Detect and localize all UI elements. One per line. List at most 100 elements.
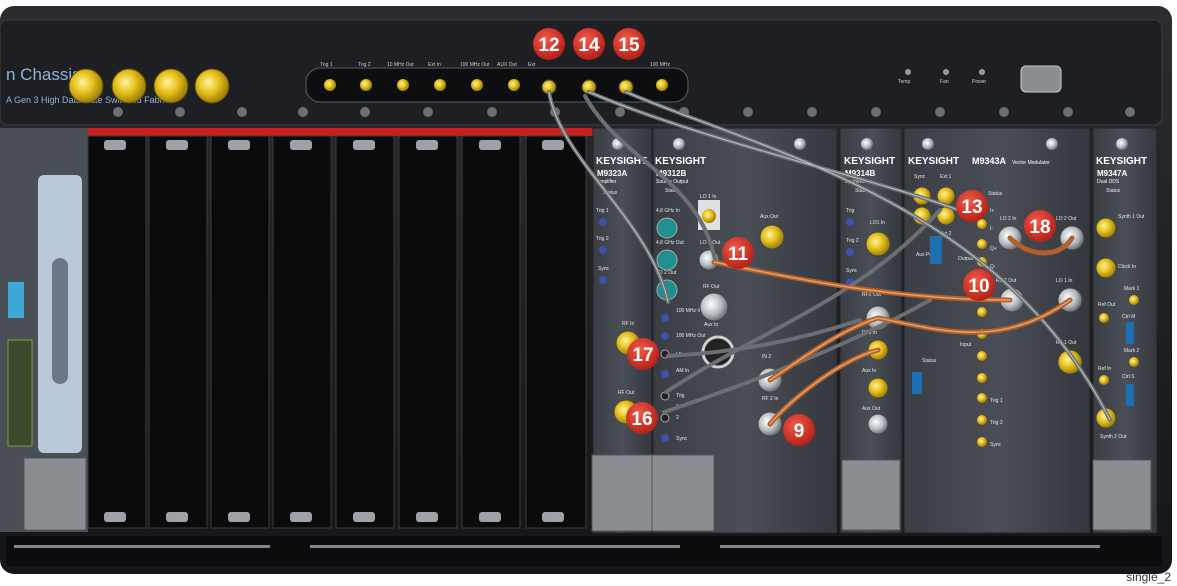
source-label: Sync [676, 436, 688, 442]
callout-number: 13 [961, 197, 982, 218]
left-blue-port [8, 282, 24, 318]
vecmod-label: I- [990, 226, 993, 232]
callout-16: 16 [626, 402, 658, 434]
dds-label: Mark 2 [1124, 348, 1140, 354]
dds-label: Ref In [1098, 366, 1112, 372]
callout-number: 14 [578, 35, 600, 56]
dds-label: Ctrl S [1122, 374, 1135, 380]
upconv-label: IN 2 [762, 354, 771, 360]
vecmod-label: Q+ [990, 246, 997, 252]
amp-label: Trig 2 [596, 236, 609, 242]
source-label: 4.8 GHz In [656, 208, 680, 214]
amp-label: RF Out [618, 390, 635, 396]
vecmod-brand: KEYSIGHT [908, 156, 959, 167]
chassis-photo: n Chassis A Gen 3 High Data Rate Switche… [0, 6, 1172, 574]
vecmod-label: LO 2 In [1000, 216, 1017, 222]
source-label: Aux In [704, 322, 718, 328]
amp-label: Trig 1 [596, 208, 609, 214]
front-port-label: 100 MHz Out [460, 62, 490, 68]
dds-label: Mark 1 [1124, 286, 1140, 292]
callout-number: 9 [794, 421, 805, 442]
vecmod-label: LO 1 In [1056, 278, 1073, 284]
indicator-power-label: Power [972, 79, 987, 85]
upconv-label: Aux Out [862, 406, 881, 412]
vecmod-label: Status [988, 191, 1003, 197]
bottom-vent [6, 536, 1162, 566]
upconv-label: Trig [846, 208, 855, 214]
dds-label: Ctrl M [1122, 314, 1135, 320]
upconv-brand: KEYSIGHT [844, 156, 895, 167]
vecmod-label: Ext 1 [940, 174, 952, 180]
callout-13: 13 [956, 190, 988, 222]
vecmod-label: LO 2 Out [1056, 216, 1077, 222]
source-label: AM In [676, 368, 689, 374]
callout-number: 11 [728, 244, 749, 265]
vecmod-label: Trig 2 [990, 420, 1003, 426]
callout-number: 17 [632, 345, 653, 366]
red-top-strip [88, 128, 593, 136]
vecmod-label: Status [922, 358, 937, 364]
vecmod-label: Sync [990, 442, 1002, 448]
indicator-fan-label: Fan [940, 79, 949, 85]
amp-label: RF In [622, 321, 634, 327]
source-label: 100 MHz In [676, 308, 702, 314]
front-port-label: Ext [528, 62, 536, 68]
callout-15: 15 [613, 28, 645, 60]
source-label: 100 MHz Out [676, 333, 706, 339]
front-port-label: Trig 2 [358, 62, 371, 68]
front-port-label: AUX Out [497, 62, 517, 68]
source-label: LO 1 In [700, 194, 717, 200]
callout-number: 18 [1029, 217, 1050, 238]
upconv-label: RF 2 In [762, 396, 779, 402]
dds-type: Dual DDS [1097, 179, 1120, 185]
blank-slot-fillers [87, 135, 587, 529]
left-green-board [7, 339, 33, 447]
left-handle-slot [52, 258, 68, 384]
upconv-label: LO1 In [870, 220, 885, 226]
source-label: Trig [676, 393, 685, 399]
upconv-label: Aux In [862, 368, 876, 374]
front-port-label: Trig 1 [320, 62, 333, 68]
upconv-label: Trig 2 [846, 238, 859, 244]
amp-label: Sync [598, 266, 610, 272]
dds-label: Synth 2 Out [1100, 434, 1127, 440]
callout-number: 10 [968, 276, 989, 297]
dds-brand: KEYSIGHT [1096, 156, 1147, 167]
bottom-vent-dots [14, 545, 1100, 548]
vecmod-label: Sync [914, 174, 926, 180]
vecmod-model: M9343A [972, 156, 1007, 166]
power-button [1020, 65, 1062, 93]
vecmod-label: Trig 1 [990, 398, 1003, 404]
front-port-label: Ext In [428, 62, 441, 68]
source-label: RF Out [703, 284, 720, 290]
source-label: 2 [676, 415, 679, 421]
callout-14: 14 [573, 28, 605, 60]
source-brand: KEYSIGHT [655, 156, 706, 167]
source-label: Aux Out [760, 214, 779, 220]
dds-model: M9347A [1097, 169, 1127, 178]
upconv-label: Sync [846, 268, 858, 274]
vecmod-type: Vector Modulator [1012, 160, 1050, 166]
front-port-label: 10 MHz Out [387, 62, 414, 68]
dds-label: Synth 1 Out [1118, 214, 1145, 220]
dds-label: Ref Out [1098, 302, 1116, 308]
callout-17: 17 [627, 338, 659, 370]
image-caption: single_2 [1126, 570, 1171, 584]
callout-12: 12 [533, 28, 565, 60]
callout-number: 16 [631, 409, 652, 430]
front-port-label: 100 MHz [650, 62, 671, 68]
dds-label: Clock In [1118, 264, 1136, 270]
dds-label: Status [1106, 188, 1121, 194]
indicator-temp-label: Temp [898, 79, 910, 85]
vecmod-label: I+ [990, 208, 994, 214]
callout-18: 18 [1024, 210, 1056, 242]
source-label: 4.8 GHz Out [656, 240, 684, 246]
callout-10: 10 [963, 269, 995, 301]
callout-number: 12 [538, 35, 559, 56]
amp-model: M9323A [597, 169, 627, 178]
callout-11: 11 [722, 237, 754, 269]
callout-number: 15 [618, 35, 640, 56]
callout-9: 9 [783, 414, 815, 446]
left-bottom-plate [23, 457, 87, 531]
vecmod-label: Input [960, 342, 972, 348]
